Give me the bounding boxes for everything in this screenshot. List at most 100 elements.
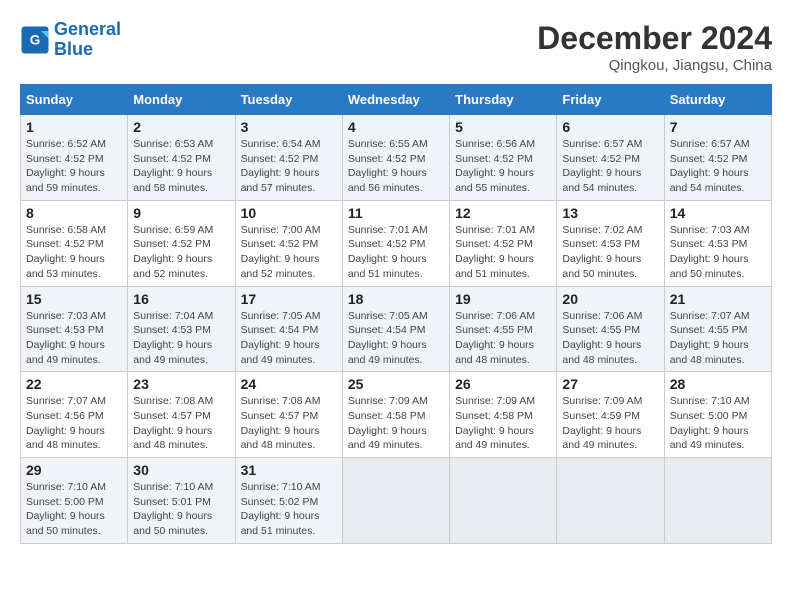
calendar-cell: 5 Sunrise: 6:56 AM Sunset: 4:52 PM Dayli… (450, 115, 557, 201)
day-detail: Sunrise: 7:08 AM Sunset: 4:57 PM Dayligh… (241, 394, 337, 453)
day-number: 10 (241, 205, 337, 221)
calendar-cell: 17 Sunrise: 7:05 AM Sunset: 4:54 PM Dayl… (235, 286, 342, 372)
day-number: 19 (455, 291, 551, 307)
logo-icon: G (20, 25, 50, 55)
calendar-cell: 21 Sunrise: 7:07 AM Sunset: 4:55 PM Dayl… (664, 286, 771, 372)
week-row-1: 1 Sunrise: 6:52 AM Sunset: 4:52 PM Dayli… (21, 115, 772, 201)
day-number: 21 (670, 291, 766, 307)
day-detail: Sunrise: 7:04 AM Sunset: 4:53 PM Dayligh… (133, 309, 229, 368)
location: Qingkou, Jiangsu, China (537, 57, 772, 74)
day-number: 13 (562, 205, 658, 221)
day-number: 2 (133, 119, 229, 135)
logo-line2: Blue (54, 39, 93, 59)
day-number: 3 (241, 119, 337, 135)
day-detail: Sunrise: 7:03 AM Sunset: 4:53 PM Dayligh… (26, 309, 122, 368)
day-number: 5 (455, 119, 551, 135)
calendar-cell: 13 Sunrise: 7:02 AM Sunset: 4:53 PM Dayl… (557, 200, 664, 286)
day-number: 11 (348, 205, 444, 221)
calendar-cell: 12 Sunrise: 7:01 AM Sunset: 4:52 PM Dayl… (450, 200, 557, 286)
day-number: 14 (670, 205, 766, 221)
calendar-cell: 2 Sunrise: 6:53 AM Sunset: 4:52 PM Dayli… (128, 115, 235, 201)
day-detail: Sunrise: 7:10 AM Sunset: 5:01 PM Dayligh… (133, 480, 229, 539)
day-number: 17 (241, 291, 337, 307)
day-number: 24 (241, 376, 337, 392)
day-number: 23 (133, 376, 229, 392)
calendar-cell: 8 Sunrise: 6:58 AM Sunset: 4:52 PM Dayli… (21, 200, 128, 286)
day-header-tuesday: Tuesday (235, 85, 342, 115)
day-detail: Sunrise: 7:09 AM Sunset: 4:59 PM Dayligh… (562, 394, 658, 453)
calendar-cell: 25 Sunrise: 7:09 AM Sunset: 4:58 PM Dayl… (342, 372, 449, 458)
day-number: 28 (670, 376, 766, 392)
week-row-3: 15 Sunrise: 7:03 AM Sunset: 4:53 PM Dayl… (21, 286, 772, 372)
calendar-cell: 23 Sunrise: 7:08 AM Sunset: 4:57 PM Dayl… (128, 372, 235, 458)
day-number: 18 (348, 291, 444, 307)
calendar-cell: 18 Sunrise: 7:05 AM Sunset: 4:54 PM Dayl… (342, 286, 449, 372)
svg-text:G: G (30, 32, 41, 47)
calendar-cell: 29 Sunrise: 7:10 AM Sunset: 5:00 PM Dayl… (21, 458, 128, 544)
day-number: 22 (26, 376, 122, 392)
calendar-cell: 14 Sunrise: 7:03 AM Sunset: 4:53 PM Dayl… (664, 200, 771, 286)
calendar-cell: 22 Sunrise: 7:07 AM Sunset: 4:56 PM Dayl… (21, 372, 128, 458)
day-detail: Sunrise: 7:05 AM Sunset: 4:54 PM Dayligh… (241, 309, 337, 368)
day-number: 15 (26, 291, 122, 307)
day-number: 25 (348, 376, 444, 392)
day-detail: Sunrise: 6:53 AM Sunset: 4:52 PM Dayligh… (133, 137, 229, 196)
days-header-row: SundayMondayTuesdayWednesdayThursdayFrid… (21, 85, 772, 115)
day-number: 30 (133, 462, 229, 478)
calendar-cell: 10 Sunrise: 7:00 AM Sunset: 4:52 PM Dayl… (235, 200, 342, 286)
calendar-cell: 28 Sunrise: 7:10 AM Sunset: 5:00 PM Dayl… (664, 372, 771, 458)
calendar-cell (557, 458, 664, 544)
day-detail: Sunrise: 6:54 AM Sunset: 4:52 PM Dayligh… (241, 137, 337, 196)
day-number: 26 (455, 376, 551, 392)
day-number: 27 (562, 376, 658, 392)
day-number: 4 (348, 119, 444, 135)
calendar-cell (342, 458, 449, 544)
day-detail: Sunrise: 6:56 AM Sunset: 4:52 PM Dayligh… (455, 137, 551, 196)
day-header-saturday: Saturday (664, 85, 771, 115)
day-number: 1 (26, 119, 122, 135)
day-detail: Sunrise: 7:07 AM Sunset: 4:56 PM Dayligh… (26, 394, 122, 453)
day-number: 29 (26, 462, 122, 478)
day-number: 16 (133, 291, 229, 307)
day-detail: Sunrise: 6:57 AM Sunset: 4:52 PM Dayligh… (562, 137, 658, 196)
calendar-cell (450, 458, 557, 544)
day-header-monday: Monday (128, 85, 235, 115)
day-number: 20 (562, 291, 658, 307)
header: G General Blue December 2024 Qingkou, Ji… (20, 20, 772, 74)
calendar-cell: 30 Sunrise: 7:10 AM Sunset: 5:01 PM Dayl… (128, 458, 235, 544)
day-detail: Sunrise: 7:09 AM Sunset: 4:58 PM Dayligh… (348, 394, 444, 453)
day-detail: Sunrise: 7:03 AM Sunset: 4:53 PM Dayligh… (670, 223, 766, 282)
day-number: 6 (562, 119, 658, 135)
calendar-cell: 27 Sunrise: 7:09 AM Sunset: 4:59 PM Dayl… (557, 372, 664, 458)
day-detail: Sunrise: 7:01 AM Sunset: 4:52 PM Dayligh… (348, 223, 444, 282)
logo-line1: General (54, 19, 121, 39)
logo-text: General Blue (54, 20, 121, 60)
day-number: 8 (26, 205, 122, 221)
calendar-cell: 6 Sunrise: 6:57 AM Sunset: 4:52 PM Dayli… (557, 115, 664, 201)
day-header-wednesday: Wednesday (342, 85, 449, 115)
day-detail: Sunrise: 6:52 AM Sunset: 4:52 PM Dayligh… (26, 137, 122, 196)
day-detail: Sunrise: 6:59 AM Sunset: 4:52 PM Dayligh… (133, 223, 229, 282)
day-header-sunday: Sunday (21, 85, 128, 115)
day-detail: Sunrise: 7:02 AM Sunset: 4:53 PM Dayligh… (562, 223, 658, 282)
calendar-cell: 31 Sunrise: 7:10 AM Sunset: 5:02 PM Dayl… (235, 458, 342, 544)
calendar-cell: 1 Sunrise: 6:52 AM Sunset: 4:52 PM Dayli… (21, 115, 128, 201)
day-detail: Sunrise: 7:06 AM Sunset: 4:55 PM Dayligh… (562, 309, 658, 368)
week-row-2: 8 Sunrise: 6:58 AM Sunset: 4:52 PM Dayli… (21, 200, 772, 286)
day-detail: Sunrise: 7:10 AM Sunset: 5:00 PM Dayligh… (670, 394, 766, 453)
calendar-cell: 9 Sunrise: 6:59 AM Sunset: 4:52 PM Dayli… (128, 200, 235, 286)
week-row-4: 22 Sunrise: 7:07 AM Sunset: 4:56 PM Dayl… (21, 372, 772, 458)
day-number: 12 (455, 205, 551, 221)
day-header-thursday: Thursday (450, 85, 557, 115)
calendar-cell: 24 Sunrise: 7:08 AM Sunset: 4:57 PM Dayl… (235, 372, 342, 458)
day-number: 31 (241, 462, 337, 478)
day-header-friday: Friday (557, 85, 664, 115)
calendar-cell: 19 Sunrise: 7:06 AM Sunset: 4:55 PM Dayl… (450, 286, 557, 372)
calendar-cell: 15 Sunrise: 7:03 AM Sunset: 4:53 PM Dayl… (21, 286, 128, 372)
calendar-cell: 11 Sunrise: 7:01 AM Sunset: 4:52 PM Dayl… (342, 200, 449, 286)
calendar-cell: 16 Sunrise: 7:04 AM Sunset: 4:53 PM Dayl… (128, 286, 235, 372)
title-area: December 2024 Qingkou, Jiangsu, China (537, 20, 772, 74)
calendar-cell: 20 Sunrise: 7:06 AM Sunset: 4:55 PM Dayl… (557, 286, 664, 372)
day-detail: Sunrise: 7:05 AM Sunset: 4:54 PM Dayligh… (348, 309, 444, 368)
day-detail: Sunrise: 7:06 AM Sunset: 4:55 PM Dayligh… (455, 309, 551, 368)
